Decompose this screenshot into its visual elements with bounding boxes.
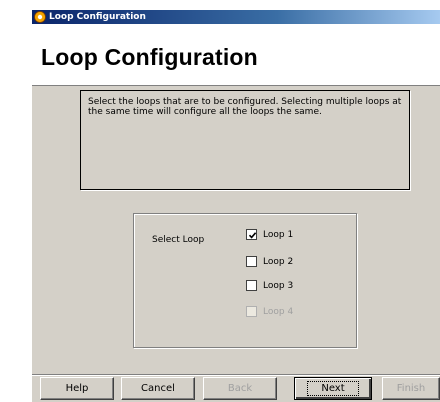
checkbox-icon (246, 280, 257, 291)
loop-2-checkbox[interactable]: Loop 2 (246, 255, 366, 268)
select-loop-label: Select Loop (152, 235, 205, 245)
next-button-label: Next (307, 381, 359, 396)
loop-4-label: Loop 4 (263, 306, 294, 317)
button-divider (32, 374, 440, 376)
description-box: Select the loops that are to be configur… (80, 90, 410, 190)
loop-1-label: Loop 1 (263, 229, 294, 240)
help-button[interactable]: Help (40, 377, 114, 400)
header-panel: Loop Configuration (32, 24, 440, 86)
finish-button-label: Finish (396, 383, 426, 394)
checkbox-disabled-icon (246, 306, 257, 317)
app-icon (34, 11, 46, 23)
back-button-label: Back (227, 383, 253, 394)
finish-button: Finish (382, 377, 440, 400)
help-button-label: Help (65, 383, 89, 394)
cancel-button[interactable]: Cancel (121, 377, 195, 400)
next-button[interactable]: Next (294, 377, 372, 400)
loop-3-label: Loop 3 (263, 280, 294, 291)
back-button: Back (203, 377, 277, 400)
checkbox-checked-icon (246, 229, 257, 240)
cancel-button-label: Cancel (141, 383, 175, 394)
window-title: Loop Configuration (49, 12, 146, 22)
loop-2-label: Loop 2 (263, 256, 294, 267)
loop-4-checkbox: Loop 4 (246, 305, 366, 318)
wizard-window: Loop Configuration Loop Configuration Se… (32, 10, 440, 402)
description-text: Select the loops that are to be configur… (88, 97, 402, 117)
page-title: Loop Configuration (41, 44, 258, 70)
loop-3-checkbox[interactable]: Loop 3 (246, 279, 366, 292)
title-bar: Loop Configuration (32, 10, 440, 24)
checkbox-icon (246, 256, 257, 267)
loop-1-checkbox[interactable]: Loop 1 (246, 228, 366, 241)
loop-select-group: Select Loop Loop 1 Loop 2 Loop 3 Loop 4 (133, 213, 357, 348)
